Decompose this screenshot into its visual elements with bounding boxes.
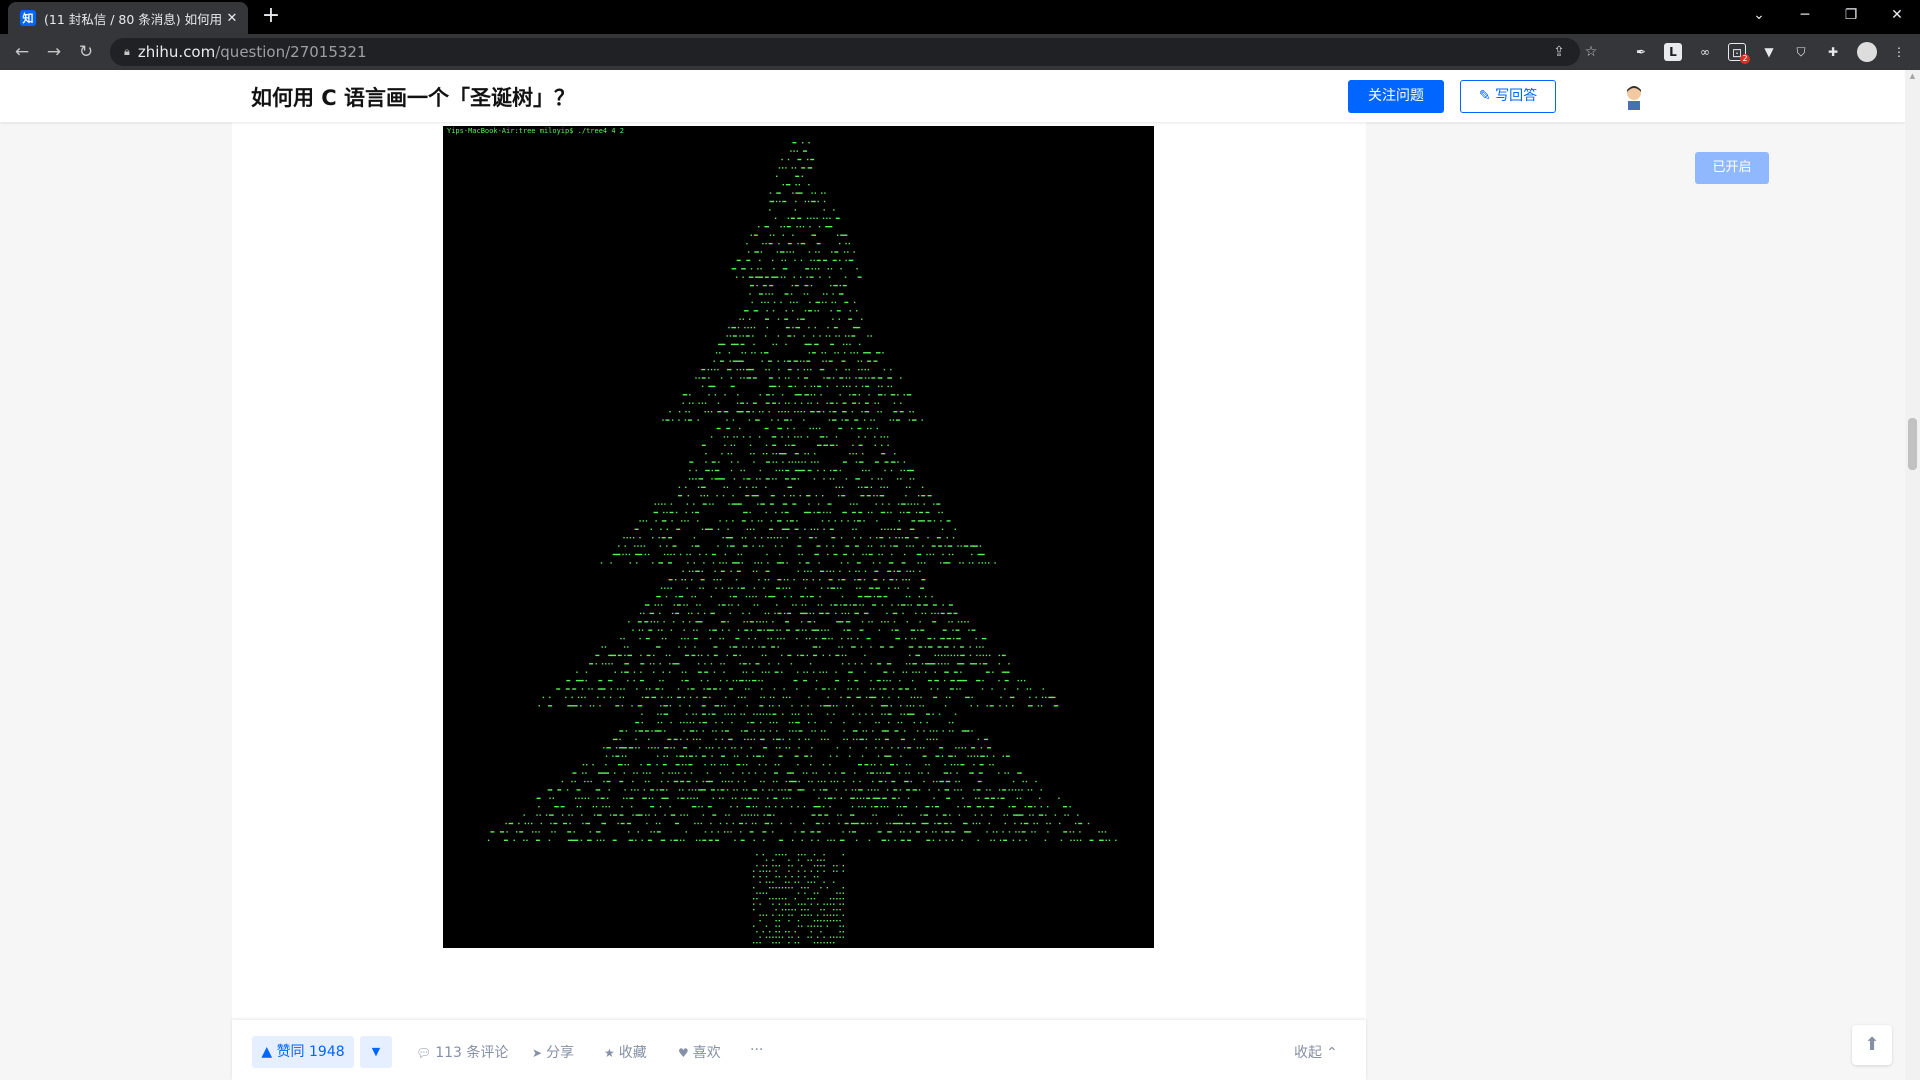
like-button[interactable]: ♥ 喜欢: [678, 1042, 721, 1062]
browser-menu-icon[interactable]: ⋮: [1890, 43, 1908, 61]
comments-button[interactable]: 💬︎ 113 条评论: [416, 1042, 508, 1062]
comments-label: 113 条评论: [435, 1045, 509, 1061]
page-content: Yips-MacBook-Air:tree miloyip$ ./tree4 4…: [0, 70, 1905, 1080]
browser-toolbar: ← → ↻ 🔒︎ zhihu.com/question/27015321 ⇪ ☆…: [0, 34, 1920, 70]
scroll-thumb[interactable]: [1908, 418, 1917, 470]
scroll-up-arrow-icon[interactable]: ▲: [1908, 72, 1917, 80]
follow-question-button[interactable]: 关注问题: [1348, 80, 1444, 113]
question-title: 如何用 C 语言画一个「圣诞树」？: [251, 86, 576, 110]
close-window-button[interactable]: ✕: [1874, 0, 1920, 30]
share-label: 分享: [546, 1045, 575, 1061]
answer-action-bar: ▲ 赞同 1948 ▼ 💬︎ 113 条评论 ➤ 分享 ★ 收藏 ♥ 喜欢 ··· 收起…: [232, 1020, 1366, 1080]
l-extension-icon[interactable]: L: [1664, 43, 1682, 61]
toggle-status-pill[interactable]: 已开启: [1695, 152, 1769, 184]
upvote-button[interactable]: ▲ 赞同 1948: [252, 1036, 354, 1068]
lock-icon: 🔒︎: [124, 45, 130, 58]
more-button[interactable]: ···: [750, 1042, 763, 1058]
question-header: 如何用 C 语言画一个「圣诞树」？ 关注问题 ✎ 写回答: [0, 70, 1905, 122]
tab-title: (11 封私信 / 80 条消息) 如何用 C 语言画一个「圣诞树」？ - 知乎: [44, 11, 224, 27]
url-path: /question/27015321: [215, 43, 367, 61]
new-tab-button[interactable]: +: [258, 3, 284, 29]
tree-dots: [487, 142, 1117, 944]
reload-icon[interactable]: ↻: [72, 38, 100, 66]
ascii-christmas-tree: [487, 142, 1117, 944]
pen-extension-icon[interactable]: ✒: [1632, 43, 1650, 61]
downvote-button[interactable]: ▼: [360, 1036, 392, 1068]
collect-label: 收藏: [618, 1045, 647, 1061]
restore-button[interactable]: ❐: [1828, 0, 1874, 30]
write-answer-label: 写回答: [1495, 88, 1538, 104]
arrow-up-icon: ⬆: [1864, 1034, 1880, 1055]
downvote-arrow-icon: ▼: [371, 1045, 381, 1058]
extensions-puzzle-icon[interactable]: ✚: [1824, 43, 1842, 61]
pencil-icon: ✎: [1478, 88, 1496, 104]
browser-tab[interactable]: 知 (11 封私信 / 80 条消息) 如何用 C 语言画一个「圣诞树」？ - …: [8, 2, 248, 34]
shield-extension-icon[interactable]: ⛉: [1792, 43, 1810, 61]
terminal-screenshot: Yips-MacBook-Air:tree miloyip$ ./tree4 4…: [443, 126, 1154, 948]
heart-icon: ♥: [678, 1046, 689, 1060]
back-to-top-button[interactable]: ⬆: [1852, 1025, 1892, 1065]
collapse-button[interactable]: 收起 ⌃: [1294, 1042, 1338, 1062]
user-avatar[interactable]: [1620, 82, 1648, 110]
forward-icon[interactable]: →: [40, 38, 68, 66]
upvote-arrow-icon: ▲: [261, 1044, 277, 1060]
page-scrollbar[interactable]: ▲: [1905, 70, 1920, 1080]
tab-counter-extension-icon[interactable]: ⊡ 2: [1728, 43, 1750, 64]
upvote-label: 赞同 1948: [276, 1044, 345, 1060]
write-answer-button[interactable]: ✎ 写回答: [1460, 80, 1556, 113]
collapse-label: 收起: [1294, 1045, 1322, 1061]
browser-tab-strip: 知 (11 封私信 / 80 条消息) 如何用 C 语言画一个「圣诞树」？ - …: [0, 0, 1920, 34]
collect-button[interactable]: ★ 收藏: [604, 1042, 647, 1062]
answer-card: Yips-MacBook-Air:tree miloyip$ ./tree4 4…: [232, 122, 1366, 1080]
like-label: 喜欢: [692, 1045, 721, 1061]
comment-icon: 💬︎: [416, 1046, 432, 1060]
minimize-button[interactable]: ─: [1782, 0, 1828, 30]
share-page-icon[interactable]: ⇪: [1550, 44, 1568, 60]
tab-search-icon[interactable]: ⌄: [1736, 0, 1782, 30]
star-icon: ★: [604, 1046, 615, 1060]
v-extension-icon[interactable]: ▼: [1760, 43, 1778, 61]
glasses-extension-icon[interactable]: ∞: [1696, 43, 1714, 61]
share-button[interactable]: ➤ 分享: [532, 1042, 574, 1062]
extension-badge: 2: [1740, 54, 1750, 64]
paper-plane-icon: ➤: [532, 1046, 543, 1060]
tab-close-icon[interactable]: ✕: [224, 11, 240, 26]
profile-avatar-icon[interactable]: [1857, 42, 1877, 62]
back-icon[interactable]: ←: [8, 38, 36, 66]
bookmark-star-icon[interactable]: ☆: [1582, 44, 1600, 60]
chevron-up-icon: ⌃: [1326, 1045, 1338, 1061]
zhihu-favicon-icon: 知: [20, 10, 36, 26]
address-bar[interactable]: 🔒︎ zhihu.com/question/27015321 ⇪ ☆: [110, 38, 1597, 66]
url-host: zhihu.com: [137, 43, 216, 61]
